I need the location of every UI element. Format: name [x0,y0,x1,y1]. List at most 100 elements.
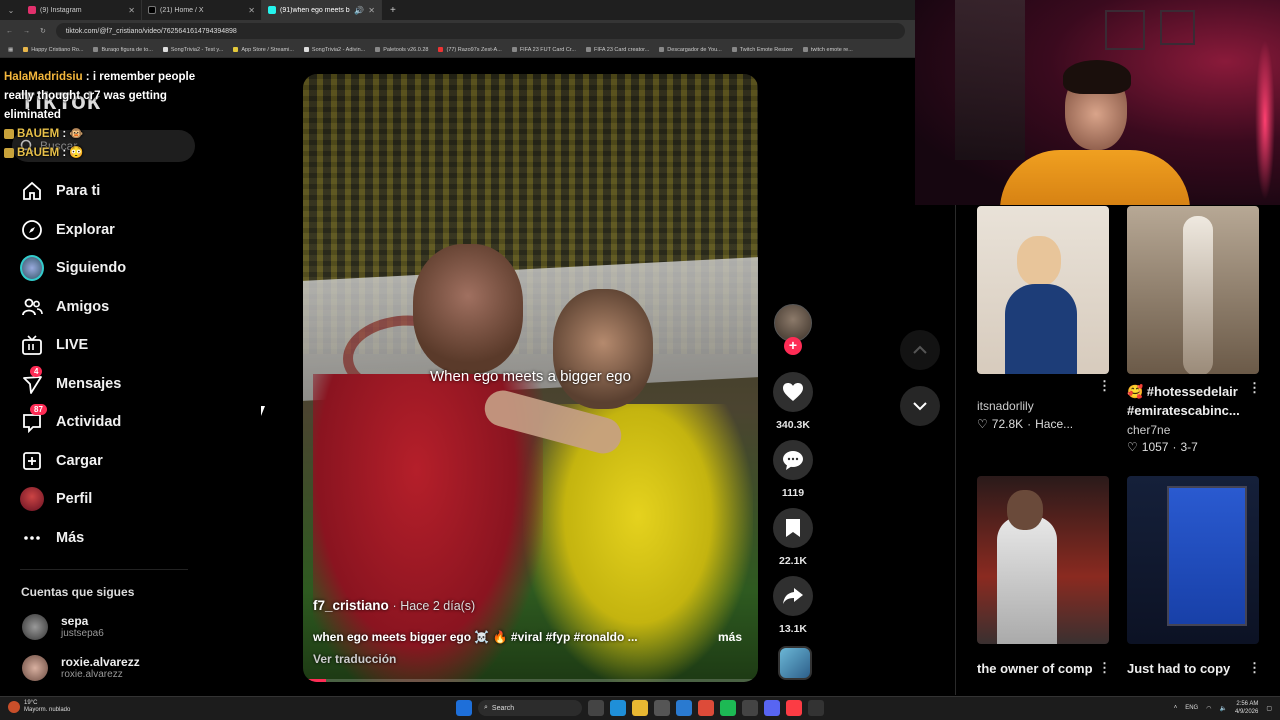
speaker-icon[interactable]: 🔊 [354,6,364,15]
forward-icon[interactable]: → [23,28,30,35]
close-icon[interactable]: ✕ [248,6,255,15]
save-button[interactable] [773,508,813,548]
more-options-icon[interactable]: ⋮ [1248,660,1261,676]
steam-icon[interactable] [742,700,758,716]
tab-tiktok[interactable]: (91)when ego meets bigger e 🔊 ✕ [262,0,382,20]
recommended-title[interactable]: Just had to copy [1127,661,1230,676]
file-explorer-icon[interactable] [632,700,648,716]
mail-icon[interactable] [676,700,692,716]
recommended-thumbnail[interactable] [1127,206,1259,374]
recommended-thumbnail[interactable] [977,476,1109,644]
bookmark-item[interactable]: Paletools v26.0.28 [375,47,428,53]
recommended-title[interactable]: the owner of comp [977,661,1093,676]
bookmark-item[interactable]: App Store / Streami... [233,47,294,53]
discord-icon[interactable] [764,700,780,716]
sub-badge-icon [4,147,14,158]
streamer-webcam [915,0,1280,205]
wifi-icon[interactable]: ◠ [1206,705,1211,712]
store-icon[interactable] [654,700,670,716]
windows-start-icon[interactable] [456,700,472,716]
bookmark-item[interactable]: FIFA 23 Card creator... [585,47,649,53]
music-disc-icon[interactable] [778,646,812,680]
following-account[interactable]: sepa justsepa6 [22,614,104,640]
video-author[interactable]: f7_cristiano [313,598,389,613]
chevron-up-icon[interactable]: ˄ [1174,705,1178,711]
volume-icon[interactable]: 🔈 [1219,705,1226,712]
video-player[interactable]: When ego meets a bigger ego f7_cristiano… [303,74,758,682]
reload-icon[interactable]: ↻ [40,27,46,35]
meta-dot: · [1172,440,1177,454]
comment-button[interactable] [773,440,813,480]
like-count: 340.3K [776,419,810,431]
more-options-icon[interactable]: ⋮ [1248,380,1261,396]
chat-message: BAUEM : 😳 [4,144,214,163]
nav-item-mensajes[interactable]: 4 Mensajes [20,366,121,397]
recommended-title[interactable]: 🥰 #hotessedelair #emiratescabinc... [1127,382,1245,420]
obs-icon[interactable] [808,700,824,716]
nav-item-live[interactable]: LIVE [20,332,88,358]
video-progress-bar[interactable] [303,679,758,682]
x-favicon-icon [148,6,156,14]
bookmark-item[interactable]: Twitch Emote Resizer [731,47,793,53]
edge-icon[interactable] [610,700,626,716]
apps-grid-icon[interactable]: ▦ [8,47,13,53]
follow-plus-button[interactable]: + [784,337,802,355]
nav-item-mas[interactable]: Más [20,525,84,551]
profile-avatar-icon [20,487,44,511]
video-author-line[interactable]: f7_cristiano · Hace 2 día(s) [313,598,475,613]
close-icon[interactable]: ✕ [368,6,375,15]
more-button[interactable]: más [718,630,742,644]
nav-item-perfil[interactable]: Perfil [20,486,92,512]
like-button[interactable] [773,372,813,412]
next-video-button[interactable] [900,386,940,426]
recommended-user[interactable]: itsnadorlily [977,399,1034,413]
more-options-icon[interactable]: ⋮ [1098,378,1111,394]
nav-item-actividad[interactable]: 87 Actividad [20,404,121,435]
task-view-icon[interactable] [588,700,604,716]
spotify-icon[interactable] [720,700,736,716]
bookmark-item[interactable]: SongTrivia2 - Adivin... [303,47,365,53]
bookmark-item[interactable]: SongTrivia2 - Test y... [162,47,223,53]
new-tab-button[interactable]: + [382,5,404,16]
chrome-icon[interactable] [698,700,714,716]
tab-x[interactable]: (21) Home / X ✕ [142,0,262,20]
upload-icon [20,449,44,473]
tab-search-icon[interactable]: ⌄ [0,6,22,15]
nav-item-siguiendo[interactable]: Siguiendo [20,255,126,281]
heart-outline-icon: ♡ [977,417,988,431]
bookmark-item[interactable]: Descargador de You... [659,47,722,53]
more-options-icon[interactable]: ⋮ [1098,660,1111,676]
nav-item-explorar[interactable]: Explorar [20,217,115,243]
tab-title: (91)when ego meets bigger e [280,6,350,14]
bookmark-item[interactable]: Happy Cristiano Ro... [23,47,83,53]
nav-item-para-ti[interactable]: Para ti [20,178,100,204]
nav-item-amigos[interactable]: Amigos [20,294,109,320]
bookmark-item[interactable]: (77) Razo97s Zest-A... [438,47,502,53]
tab-instagram[interactable]: (9) Instagram ✕ [22,0,142,20]
previous-video-button[interactable] [900,330,940,370]
notification-icon[interactable]: ▢ [1266,705,1272,712]
music-icon[interactable] [786,700,802,716]
nav-item-cargar[interactable]: Cargar [20,448,103,474]
bookmark-item[interactable]: FIFA 23 FUT Card Cr... [511,47,576,53]
live-tv-icon [20,333,44,357]
taskbar-search[interactable]: ⌕ Search [478,700,582,716]
webcam-frame [1105,10,1145,50]
more-dots-icon [20,526,44,550]
translate-button[interactable]: Ver traducción [313,652,396,666]
clock[interactable]: 2:56 AM 4/9/2026 [1235,700,1258,716]
following-account[interactable]: roxie.alvarezz roxie.alvarezz [22,655,140,681]
weather-widget[interactable]: 19°C Mayorm. nublado [8,700,70,714]
url-input[interactable]: tiktok.com/@f7_cristiano/video/762564161… [55,23,905,39]
bookmark-item[interactable]: Buraqo figura de to... [93,47,153,53]
recommended-user[interactable]: cher7ne [1127,423,1170,437]
mouse-cursor-icon [261,406,269,416]
bookmark-item[interactable]: twitch emote re... [802,47,853,53]
recommended-thumbnail[interactable] [1127,476,1259,644]
close-icon[interactable]: ✕ [128,6,135,15]
share-button[interactable] [773,576,813,616]
language-indicator[interactable]: ENG [1185,705,1198,711]
back-icon[interactable]: ← [6,28,13,35]
recommended-thumbnail[interactable] [977,206,1109,374]
system-tray: ˄ ENG ◠ 🔈 2:56 AM 4/9/2026 ▢ [1174,700,1272,716]
